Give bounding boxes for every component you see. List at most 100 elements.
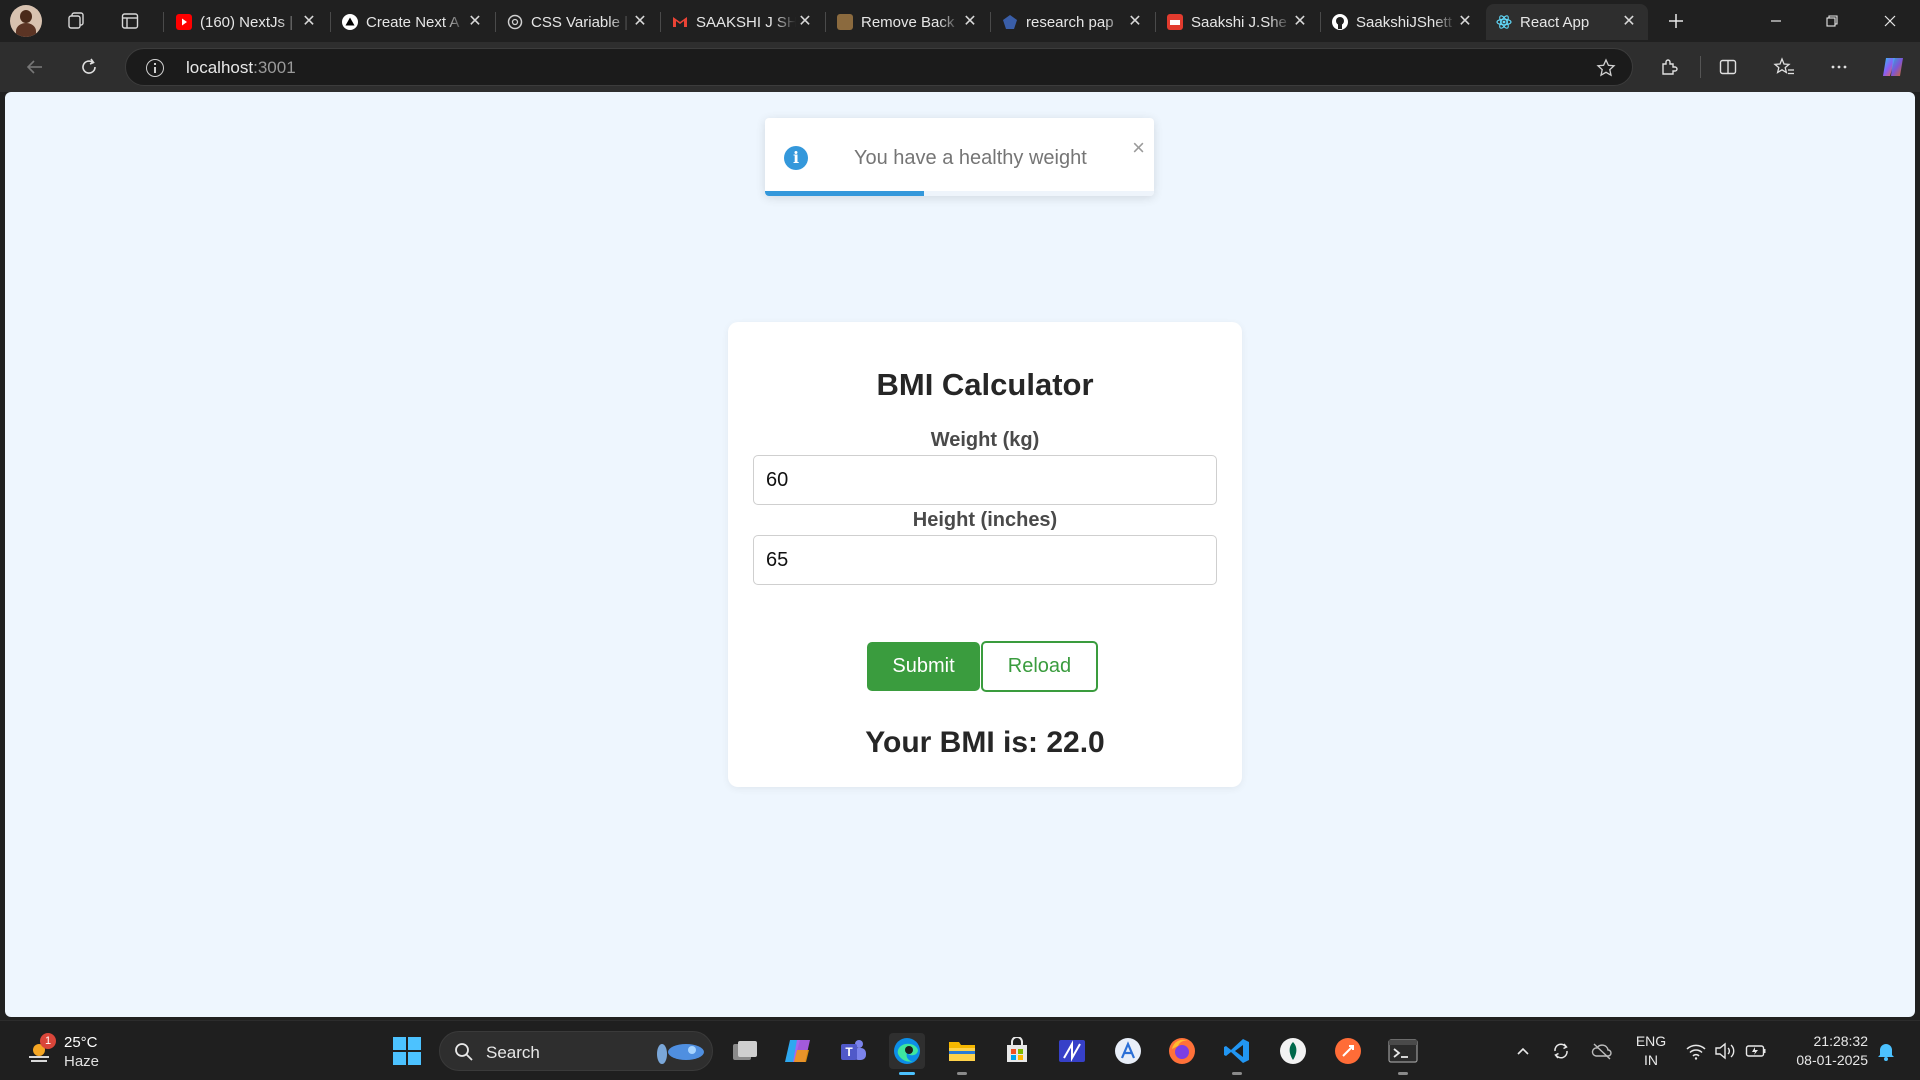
wifi-icon[interactable] bbox=[1684, 1039, 1708, 1063]
toast-close-icon[interactable]: × bbox=[1132, 137, 1145, 159]
language-region: IN bbox=[1644, 1052, 1658, 1068]
terminal-icon[interactable] bbox=[1385, 1033, 1421, 1075]
profile-avatar[interactable] bbox=[10, 5, 42, 37]
close-tab-icon[interactable]: ✕ bbox=[300, 13, 318, 31]
volume-icon[interactable] bbox=[1713, 1039, 1737, 1063]
browser-tab-strip: (160) NextJs | ✕ Create Next A ✕ CSS Var… bbox=[0, 0, 1920, 42]
workspaces-icon[interactable] bbox=[60, 6, 92, 36]
copilot-app-icon[interactable] bbox=[780, 1033, 816, 1069]
page-title: BMI Calculator bbox=[876, 367, 1094, 402]
clock-time: 21:28:32 bbox=[1813, 1033, 1869, 1049]
restore-icon[interactable] bbox=[1804, 0, 1860, 42]
tab-title: Remove Back bbox=[861, 13, 955, 31]
start-button[interactable] bbox=[389, 1033, 425, 1069]
tab-separator bbox=[495, 12, 496, 32]
close-tab-icon[interactable]: ✕ bbox=[796, 13, 814, 31]
weather-widget[interactable]: 1 25°C Haze bbox=[20, 1031, 140, 1073]
tab-research-paper[interactable]: research pap ✕ bbox=[992, 4, 1154, 40]
edge-browser-icon[interactable] bbox=[889, 1033, 925, 1075]
page-viewport: i You have a healthy weight × BMI Calcul… bbox=[5, 92, 1915, 1017]
tab-title: research pap bbox=[1026, 13, 1114, 31]
close-tab-icon[interactable]: ✕ bbox=[1126, 13, 1144, 31]
weight-input[interactable] bbox=[753, 455, 1217, 505]
tab-title: SAAKSHI J SH bbox=[696, 13, 796, 31]
battery-charging-icon[interactable] bbox=[1744, 1039, 1768, 1063]
close-tab-icon[interactable]: ✕ bbox=[961, 13, 979, 31]
system-clock[interactable]: 21:28:32 08-01-2025 bbox=[1784, 1032, 1868, 1070]
teams-icon[interactable]: T bbox=[835, 1033, 871, 1069]
height-input[interactable] bbox=[753, 535, 1217, 585]
new-tab-icon[interactable] bbox=[1660, 6, 1692, 36]
weight-label: Weight (kg) bbox=[930, 429, 1040, 451]
split-screen-icon[interactable] bbox=[1711, 51, 1745, 83]
show-hidden-icons-chevron-icon[interactable] bbox=[1511, 1039, 1535, 1063]
minimize-icon[interactable] bbox=[1748, 0, 1804, 42]
microsoft-store-icon[interactable] bbox=[999, 1033, 1035, 1069]
tab-separator bbox=[163, 12, 164, 32]
tab-pdf[interactable]: Saakshi J.She ✕ bbox=[1157, 4, 1319, 40]
sync-icon[interactable] bbox=[1549, 1039, 1573, 1063]
favorites-icon[interactable] bbox=[1767, 51, 1801, 83]
toast-message: You have a healthy weight bbox=[854, 147, 1087, 169]
search-label: Search bbox=[486, 1043, 540, 1062]
file-explorer-icon[interactable] bbox=[944, 1033, 980, 1075]
notifications-bell-icon[interactable] bbox=[1874, 1039, 1898, 1063]
vercel-icon bbox=[342, 14, 358, 30]
avatar-head bbox=[20, 10, 32, 23]
tab-title: CSS Variable | bbox=[531, 13, 628, 31]
refresh-icon[interactable] bbox=[72, 51, 106, 83]
onedrive-offline-icon[interactable] bbox=[1590, 1039, 1614, 1063]
chatgpt-icon bbox=[507, 14, 523, 30]
tab-title: SaakshiJShett bbox=[1356, 13, 1452, 31]
close-tab-icon[interactable]: ✕ bbox=[631, 13, 649, 31]
bmi-result: Your BMI is: 22.0 bbox=[865, 726, 1105, 759]
task-view-icon[interactable] bbox=[727, 1033, 763, 1069]
copilot-icon[interactable] bbox=[1876, 51, 1910, 83]
tab-gmail[interactable]: SAAKSHI J SH ✕ bbox=[662, 4, 824, 40]
tab-title: React App bbox=[1520, 13, 1590, 31]
tab-github[interactable]: SaakshiJShett ✕ bbox=[1322, 4, 1484, 40]
address-bar[interactable]: localhost:3001 bbox=[125, 48, 1633, 86]
postman-icon[interactable] bbox=[1330, 1033, 1366, 1069]
tab-remove-background[interactable]: Remove Back ✕ bbox=[827, 4, 989, 40]
close-tab-icon[interactable]: ✕ bbox=[1620, 13, 1638, 31]
vertical-tabs-icon[interactable] bbox=[114, 6, 146, 36]
github-icon bbox=[1332, 14, 1348, 30]
tab-separator bbox=[825, 12, 826, 32]
notification-toast[interactable]: i You have a healthy weight × bbox=[765, 118, 1154, 196]
tab-separator bbox=[1320, 12, 1321, 32]
tab-separator bbox=[330, 12, 331, 32]
firefox-icon[interactable] bbox=[1164, 1033, 1200, 1069]
clock-date: 08-01-2025 bbox=[1796, 1052, 1868, 1068]
reload-button[interactable]: Reload bbox=[981, 641, 1098, 692]
favorite-star-icon[interactable] bbox=[1596, 58, 1616, 83]
math-app-icon[interactable] bbox=[1054, 1033, 1090, 1069]
extensions-icon[interactable] bbox=[1652, 51, 1686, 83]
submit-button[interactable]: Submit bbox=[867, 642, 980, 691]
toast-progress-track bbox=[765, 191, 1154, 196]
remove-bg-icon bbox=[837, 14, 853, 30]
mongodb-compass-icon[interactable] bbox=[1275, 1033, 1311, 1069]
back-icon[interactable] bbox=[18, 51, 52, 83]
close-tab-icon[interactable]: ✕ bbox=[1456, 13, 1474, 31]
svg-text:T: T bbox=[845, 1045, 853, 1059]
tab-css-variable[interactable]: CSS Variable | ✕ bbox=[497, 4, 659, 40]
more-options-icon[interactable] bbox=[1822, 51, 1856, 83]
taskbar-search[interactable]: Search bbox=[439, 1031, 713, 1071]
close-tab-icon[interactable]: ✕ bbox=[1291, 13, 1309, 31]
vscode-icon[interactable] bbox=[1219, 1033, 1255, 1075]
app-installer-icon[interactable] bbox=[1110, 1033, 1146, 1069]
weather-condition: Haze bbox=[64, 1053, 100, 1070]
react-icon bbox=[1496, 14, 1512, 30]
close-window-icon[interactable] bbox=[1862, 0, 1918, 42]
language-indicator[interactable]: ENG IN bbox=[1634, 1032, 1668, 1070]
site-info-icon[interactable] bbox=[146, 59, 164, 77]
address-url[interactable]: localhost:3001 bbox=[186, 58, 296, 78]
tab-react-app[interactable]: React App ✕ bbox=[1486, 4, 1648, 40]
search-highlight-icon bbox=[657, 1044, 704, 1064]
bmi-calculator-card: BMI Calculator Weight (kg) Height (inche… bbox=[728, 322, 1242, 787]
tab-youtube[interactable]: (160) NextJs | ✕ bbox=[166, 4, 328, 40]
close-tab-icon[interactable]: ✕ bbox=[466, 13, 484, 31]
tab-create-next[interactable]: Create Next A ✕ bbox=[332, 4, 494, 40]
tab-title: (160) NextJs | bbox=[200, 13, 294, 31]
